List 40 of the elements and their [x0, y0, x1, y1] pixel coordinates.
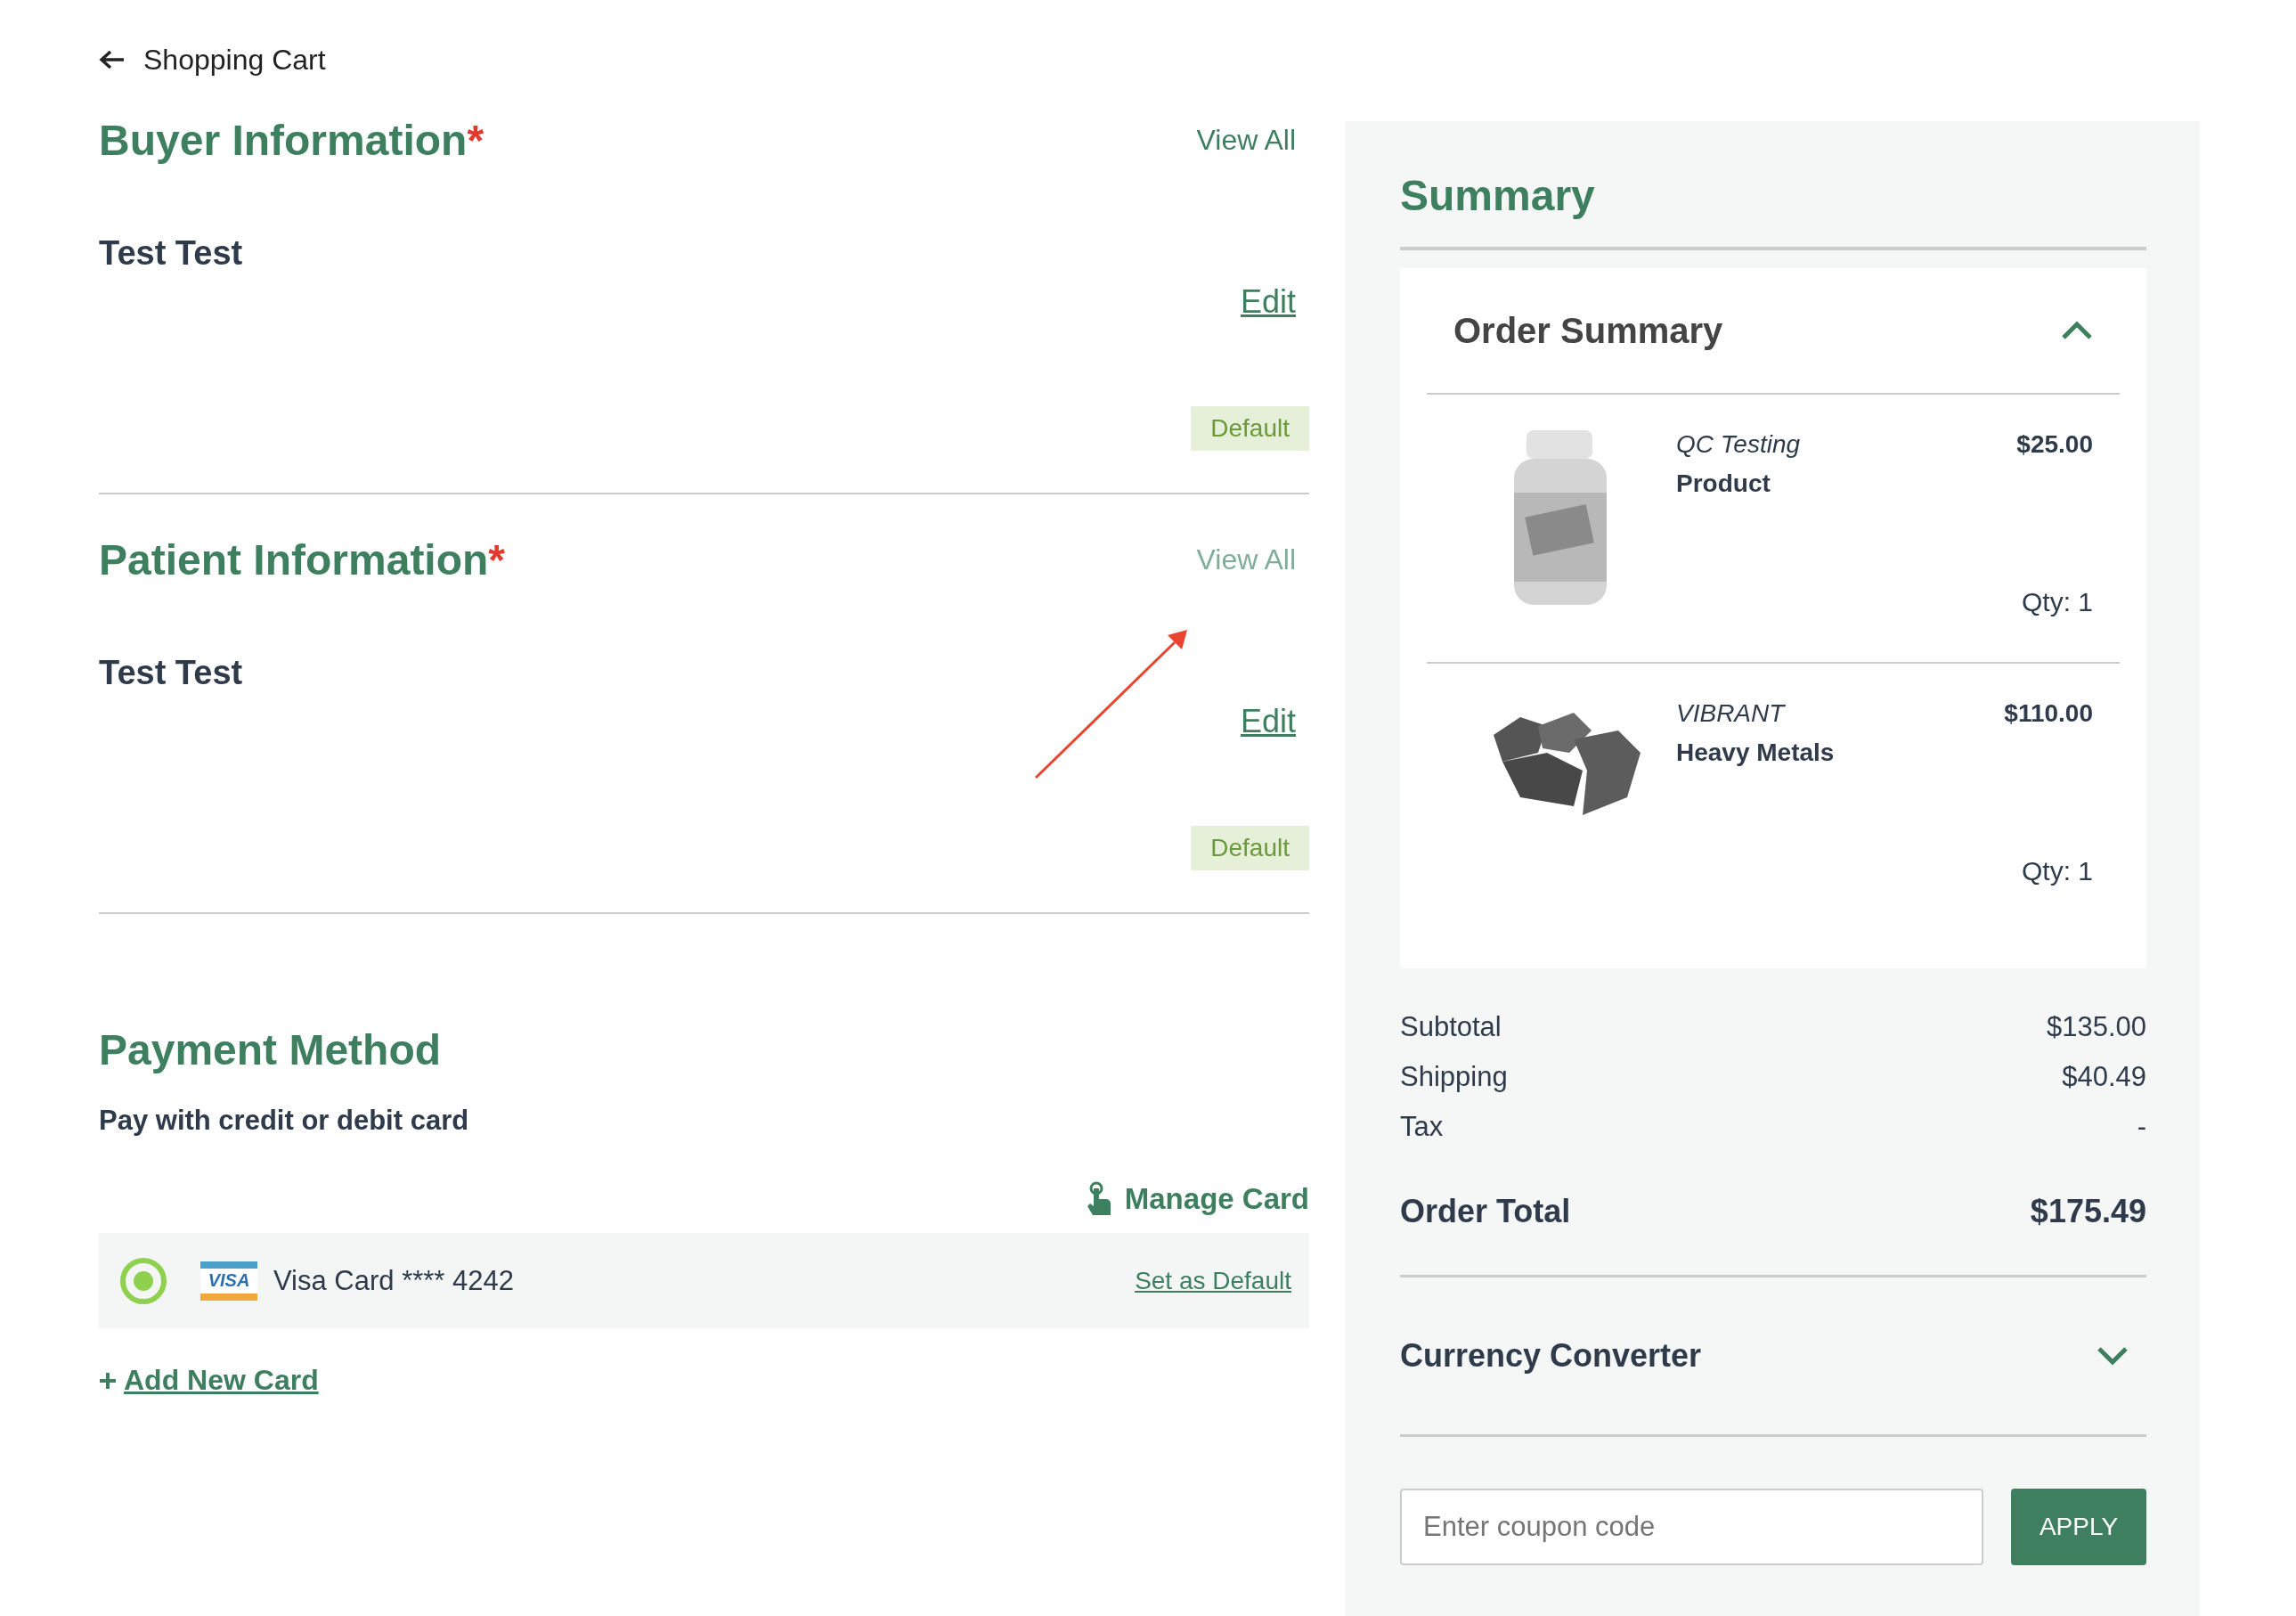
- product-price: $25.00: [2016, 430, 2093, 459]
- summary-title: Summary: [1400, 171, 2146, 250]
- section-title: Buyer Information*: [99, 116, 484, 165]
- product-price: $110.00: [2004, 699, 2093, 728]
- product-quantity: Qty: 1: [2021, 587, 2093, 617]
- summary-line-label: Subtotal: [1400, 1011, 1502, 1044]
- product-name: Product: [1676, 469, 1771, 498]
- default-badge: Default: [1191, 406, 1309, 451]
- view-all-link[interactable]: View All: [1196, 543, 1296, 576]
- section-title: Patient Information*: [99, 535, 506, 584]
- add-card-link[interactable]: Add New Card: [124, 1364, 319, 1397]
- default-badge: Default: [1191, 826, 1309, 870]
- payment-subtitle: Pay with credit or debit card: [99, 1105, 470, 1137]
- person-name: Test Test: [99, 654, 244, 692]
- summary-line-value: $40.49: [2062, 1061, 2146, 1094]
- product-brand: QC Testing: [1676, 430, 1802, 459]
- product-quantity: Qty: 1: [2021, 856, 2093, 886]
- view-all-link[interactable]: View All: [1196, 124, 1296, 157]
- order-total-label: Order Total: [1400, 1193, 1571, 1230]
- product-name: Heavy Metals: [1676, 739, 1836, 767]
- product-brand: VIBRANT: [1676, 699, 1787, 728]
- order-summary-title: Order Summary: [1453, 310, 1723, 351]
- card-label: Visa Card **** 4242: [273, 1264, 515, 1297]
- coupon-code-field[interactable]: Enter coupon code: [1400, 1489, 1983, 1565]
- currency-converter-title: Currency Converter: [1400, 1337, 1702, 1375]
- edit-link[interactable]: Edit: [1240, 703, 1296, 740]
- apply-button[interactable]: APPLY: [2011, 1489, 2146, 1565]
- saved-card-row[interactable]: VISA Visa Card **** 4242 Set as Default: [99, 1233, 1309, 1328]
- section-title: Payment Method: [99, 1025, 443, 1074]
- set-default-link[interactable]: Set as Default: [1135, 1266, 1291, 1295]
- manage-card-link[interactable]: Manage Card: [1085, 1181, 1309, 1217]
- card-brand-logo: VISA: [200, 1261, 257, 1301]
- summary-line-value: -: [2137, 1111, 2146, 1144]
- summary-line-value: $135.00: [2046, 1011, 2146, 1044]
- summary-line-label: Tax: [1400, 1111, 1444, 1144]
- summary-line-label: Shipping: [1400, 1061, 1508, 1094]
- edit-link[interactable]: Edit: [1240, 283, 1296, 321]
- back-link[interactable]: Shopping Cart: [99, 45, 326, 75]
- order-total-value: $175.49: [2030, 1193, 2146, 1230]
- person-name: Test Test: [99, 234, 244, 273]
